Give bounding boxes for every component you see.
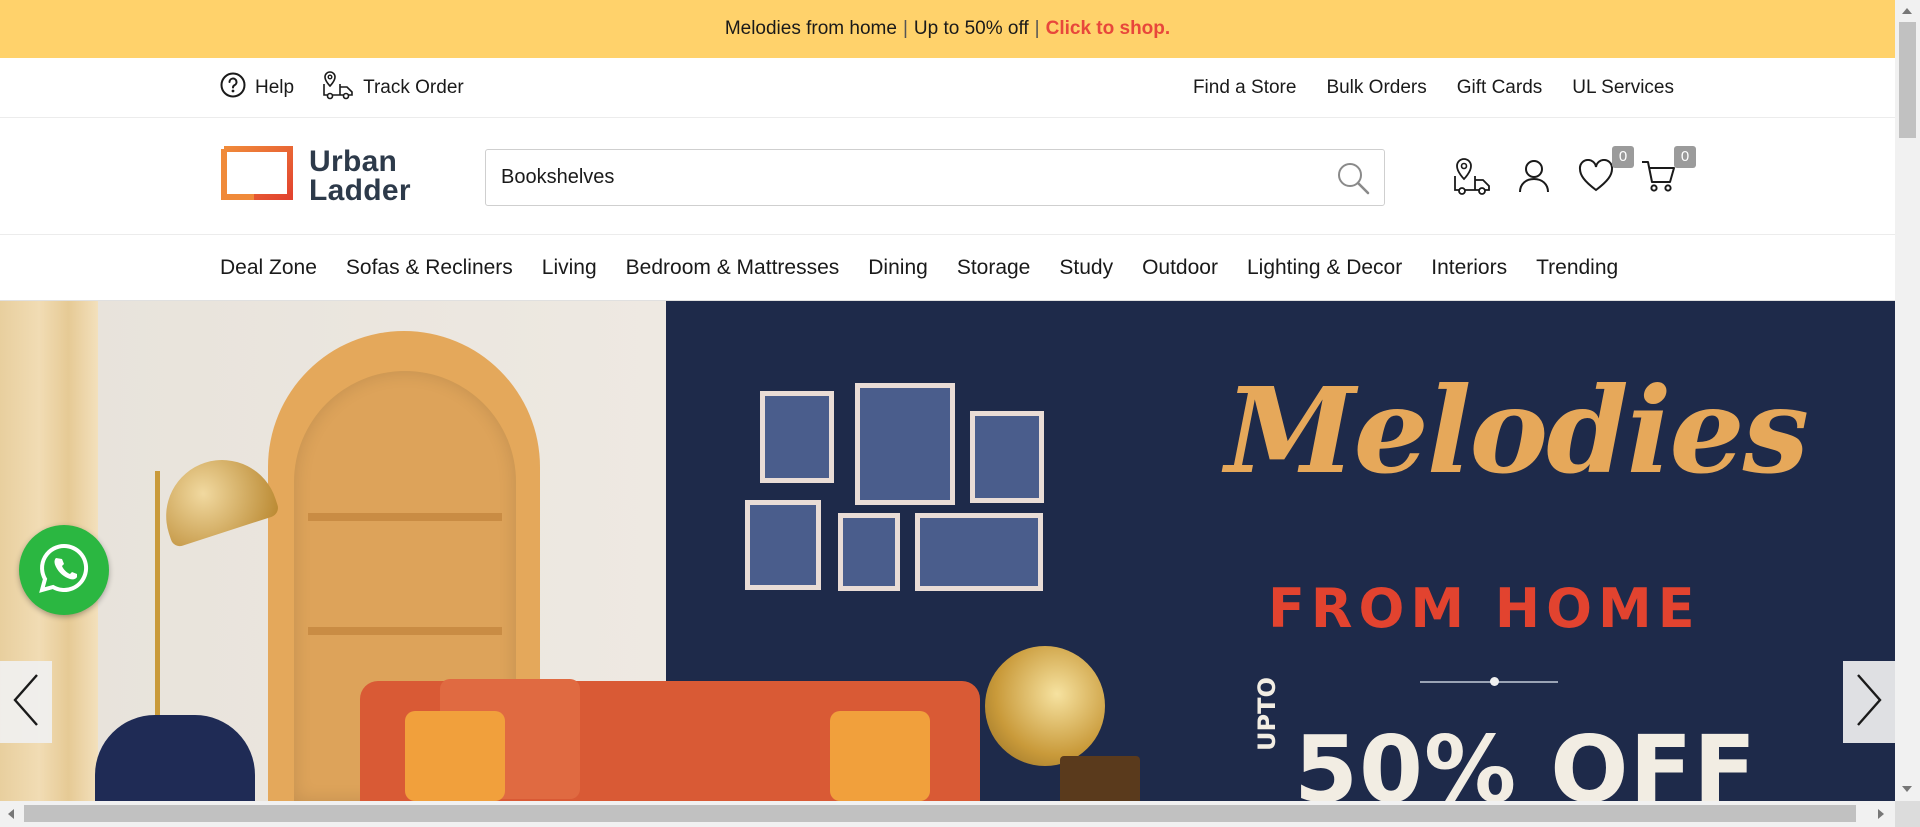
scroll-up-arrow-icon[interactable] <box>1902 8 1912 14</box>
horizontal-scroll-thumb[interactable] <box>24 805 1856 822</box>
hero-photo-frame <box>970 411 1044 503</box>
hero-shelf <box>308 627 502 635</box>
help-label: Help <box>255 77 295 98</box>
scrollbar-corner <box>1895 801 1920 827</box>
cart-count-badge: 0 <box>1674 146 1696 168</box>
logo-mark-icon <box>221 146 293 205</box>
horizontal-scrollbar[interactable] <box>0 801 1895 827</box>
delivery-truck-icon <box>322 70 354 106</box>
account-button[interactable] <box>1514 158 1554 198</box>
hero-pillow <box>830 711 930 801</box>
page: Melodies from home | Up to 50% off | Cli… <box>0 0 1920 827</box>
nav-item-interiors[interactable]: Interiors <box>1431 256 1507 280</box>
category-nav-items: Deal Zone Sofas & Recliners Living Bedro… <box>220 235 1618 301</box>
search-icon[interactable] <box>1336 161 1370 200</box>
hero-photo-frame <box>855 383 955 505</box>
help-link[interactable]: Help <box>220 72 294 104</box>
brand-name-line1: Urban <box>309 144 398 178</box>
hero-discount: 50% OFF <box>1294 716 1758 801</box>
nav-item-study[interactable]: Study <box>1059 256 1113 280</box>
hero-photo-frame <box>745 500 821 590</box>
scroll-right-arrow-icon[interactable] <box>1878 809 1884 819</box>
scroll-down-arrow-icon[interactable] <box>1902 786 1912 792</box>
ul-services-link[interactable]: UL Services <box>1572 77 1674 99</box>
track-order-link[interactable]: Track Order <box>322 70 464 106</box>
bulk-orders-link[interactable]: Bulk Orders <box>1326 77 1426 99</box>
nav-item-storage[interactable]: Storage <box>957 256 1031 280</box>
hero-shelf <box>308 513 502 521</box>
promo-separator: | <box>902 18 908 39</box>
store-delivery-icon <box>1452 156 1492 201</box>
vertical-scrollbar[interactable] <box>1895 0 1920 801</box>
nav-item-outdoor[interactable]: Outdoor <box>1142 256 1218 280</box>
nav-item-sofas-recliners[interactable]: Sofas & Recliners <box>346 256 513 280</box>
find-store-link[interactable]: Find a Store <box>1193 77 1297 99</box>
header-icons: 0 0 <box>1452 146 1696 201</box>
hero-photo-frame <box>760 391 834 483</box>
gift-cards-link[interactable]: Gift Cards <box>1457 77 1543 99</box>
promo-offer: Up to 50% off <box>913 18 1029 39</box>
hero-divider-dot <box>1490 677 1499 686</box>
carousel-prev-button[interactable] <box>0 661 52 743</box>
chevron-right-icon <box>1854 672 1884 733</box>
nav-item-living[interactable]: Living <box>542 256 597 280</box>
nav-item-dining[interactable]: Dining <box>868 256 928 280</box>
promo-shop-link[interactable]: Click to shop. <box>1046 18 1171 40</box>
cart-button[interactable]: 0 <box>1638 146 1696 199</box>
whatsapp-button[interactable] <box>19 525 109 615</box>
promo-text: Melodies from home <box>724 18 897 39</box>
hero-pillow <box>405 711 505 801</box>
wishlist-count-badge: 0 <box>1612 146 1634 168</box>
scroll-left-arrow-icon[interactable] <box>8 809 14 819</box>
utility-bar: Help Track Order Find a Store Bulk Order… <box>0 58 1895 118</box>
user-icon <box>1516 158 1552 199</box>
nav-item-deal-zone[interactable]: Deal Zone <box>220 256 317 280</box>
hero-photo-frame <box>838 513 900 591</box>
main-header: Urban Ladder Bookshelves 0 0 <box>0 118 1895 235</box>
hero-subtitle: FROM HOME <box>1268 577 1701 640</box>
hero-photo-frame <box>915 513 1043 591</box>
cart-icon <box>1640 158 1676 199</box>
promo-separator: | <box>1034 18 1040 39</box>
wishlist-button[interactable]: 0 <box>1576 146 1634 198</box>
utility-left: Help Track Order <box>220 58 464 118</box>
category-nav: Deal Zone Sofas & Recliners Living Bedro… <box>0 235 1895 301</box>
store-locator-button[interactable] <box>1452 156 1492 201</box>
brand-name-line2: Ladder <box>309 173 411 207</box>
hero-divider <box>1420 681 1558 683</box>
promo-banner[interactable]: Melodies from home | Up to 50% off | Cli… <box>0 0 1895 58</box>
carousel-next-button[interactable] <box>1843 661 1895 743</box>
brand-logo[interactable]: Urban Ladder <box>221 146 411 205</box>
hero-armchair <box>95 715 255 801</box>
whatsapp-icon <box>37 541 91 600</box>
hero-upto-label: UPTO <box>1253 677 1281 751</box>
heart-icon <box>1578 158 1614 198</box>
nav-item-lighting-decor[interactable]: Lighting & Decor <box>1247 256 1402 280</box>
hero-gramophone-base <box>1060 756 1140 801</box>
hero-banner[interactable]: Melodies FROM HOME UPTO 50% OFF <box>0 301 1895 801</box>
utility-right: Find a Store Bulk Orders Gift Cards UL S… <box>1193 58 1674 118</box>
search-input[interactable] <box>486 150 1326 205</box>
hero-gramophone <box>985 646 1105 766</box>
vertical-scroll-thumb[interactable] <box>1899 22 1916 138</box>
nav-item-trending[interactable]: Trending <box>1536 256 1618 280</box>
chevron-left-icon <box>11 672 41 733</box>
brand-name: Urban Ladder <box>309 144 411 207</box>
nav-item-bedroom-mattresses[interactable]: Bedroom & Mattresses <box>626 256 840 280</box>
hero-title: Melodies <box>1225 361 1809 500</box>
help-icon <box>220 72 246 104</box>
track-order-label: Track Order <box>363 77 464 98</box>
search-box <box>485 149 1385 206</box>
